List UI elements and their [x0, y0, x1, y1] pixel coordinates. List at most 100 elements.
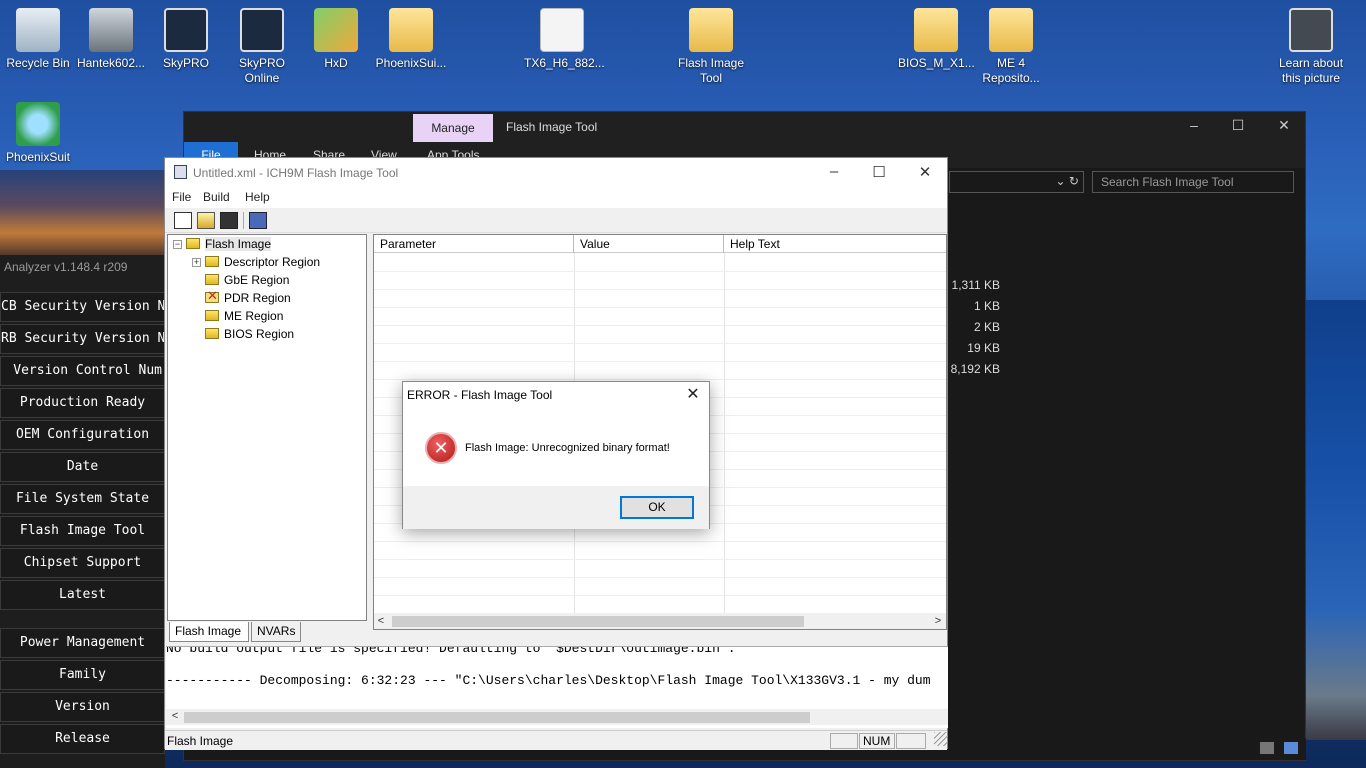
folder-icon	[205, 256, 219, 267]
grid-row	[374, 577, 946, 578]
explorer-search-input[interactable]: Search Flash Image Tool	[1092, 171, 1294, 193]
desktop-icon-phoenixsuit-folder[interactable]: PhoenixSui...	[373, 8, 449, 71]
analyzer-button-rb-security[interactable]: RB Security Version N	[0, 324, 165, 354]
grid-horizontal-scrollbar[interactable]: < >	[374, 613, 946, 629]
scrollbar-thumb[interactable]	[184, 712, 810, 723]
analyzer-title: Analyzer v1.148.4 r209	[4, 260, 128, 274]
column-help-text[interactable]: Help Text	[724, 235, 946, 253]
large-icons-view-icon[interactable]	[1284, 742, 1298, 754]
explorer-address-bar[interactable]: ⌄ ↻	[949, 171, 1084, 193]
desktop-icon-label: PhoenixSuit	[5, 150, 71, 164]
analyzer-button-version[interactable]: Version	[0, 692, 165, 722]
toolbar	[165, 209, 947, 233]
desktop-icon-bios[interactable]: BIOS_M_X1...	[898, 8, 975, 71]
desktop-icon-label: BIOS_M_X1...	[898, 56, 975, 70]
minimize-icon[interactable]: –	[822, 163, 846, 180]
desktop-icon-label: Hantek602...	[76, 56, 146, 70]
desktop-icon-tx6[interactable]: TX6_H6_882...	[524, 8, 605, 71]
expand-icon[interactable]: +	[192, 258, 201, 267]
scrollbar-thumb[interactable]	[392, 616, 804, 627]
folder-icon	[205, 328, 219, 339]
desktop-icon-label: Flash Image Tool	[677, 56, 745, 85]
details-view-icon[interactable]	[1260, 742, 1274, 754]
menu-help[interactable]: Help	[245, 190, 270, 204]
tree-item-bios-region[interactable]: BIOS Region	[205, 327, 294, 341]
grid-row	[374, 325, 946, 326]
folder-icon	[389, 8, 433, 52]
analyzer-button-power-management[interactable]: Power Management	[0, 628, 165, 658]
file-size: 2 KB	[973, 320, 1000, 334]
desktop-icon-skypro-online[interactable]: SkyPRO Online	[224, 8, 300, 86]
grid-row	[374, 541, 946, 542]
recycle-bin-icon	[16, 8, 60, 52]
maximize-icon[interactable]: ☐	[1228, 117, 1248, 134]
desktop-icon-flash-image-tool[interactable]: Flash Image Tool	[673, 8, 749, 86]
grid-row	[374, 343, 946, 344]
tree-label: BIOS Region	[224, 327, 295, 341]
oscilloscope-icon	[89, 8, 133, 52]
close-icon[interactable]: ✕	[1274, 117, 1294, 134]
tab-nvars[interactable]: NVARs	[251, 622, 301, 642]
refresh-icon[interactable]: ⌄ ↻	[1056, 174, 1079, 188]
camera-icon	[1289, 8, 1333, 52]
desktop-icon-me4-repository[interactable]: ME 4 Reposito...	[973, 8, 1049, 86]
analyzer-button-cb-security[interactable]: CB Security Version N	[0, 292, 165, 322]
minimize-icon[interactable]: –	[1184, 117, 1204, 133]
analyzer-button-chipset-support[interactable]: Chipset Support	[0, 548, 165, 578]
menu-build[interactable]: Build	[203, 190, 230, 204]
file-size: 19 KB	[967, 341, 1000, 355]
analyzer-button-latest[interactable]: Latest	[0, 580, 165, 610]
status-num: NUM	[859, 733, 895, 749]
ok-button[interactable]: OK	[620, 496, 694, 519]
new-file-icon[interactable]	[174, 212, 192, 229]
grid-row	[374, 271, 946, 272]
output-log: No build output file is specified! Defau…	[166, 646, 948, 728]
phoenix-suit-icon	[16, 102, 60, 146]
analyzer-button-date[interactable]: Date	[0, 452, 165, 482]
maximize-icon[interactable]: ☐	[867, 163, 891, 181]
build-icon[interactable]	[249, 212, 267, 229]
tree-item-flash-image[interactable]: − Flash Image	[173, 237, 272, 251]
log-horizontal-scrollbar[interactable]: <	[166, 709, 948, 725]
resize-grip[interactable]	[934, 732, 948, 746]
grid-row	[374, 595, 946, 596]
close-icon[interactable]: ✕	[913, 163, 937, 181]
log-line: No build output file is specified! Defau…	[166, 646, 736, 656]
desktop-icon-hxd[interactable]: HxD	[298, 8, 374, 71]
analyzer-button-file-system-state[interactable]: File System State	[0, 484, 165, 514]
scroll-left-icon[interactable]: <	[168, 709, 182, 725]
tree-label: Descriptor Region	[224, 255, 321, 269]
tree-item-pdr-region[interactable]: PDR Region	[205, 288, 291, 305]
close-icon[interactable]: ✕	[683, 384, 703, 404]
desktop-icon-hantek[interactable]: Hantek602...	[73, 8, 149, 71]
analyzer-button-release[interactable]: Release	[0, 724, 165, 754]
column-value[interactable]: Value	[574, 235, 724, 253]
grid-row	[374, 379, 946, 380]
scroll-left-icon[interactable]: <	[374, 613, 388, 629]
analyzer-button-version-control[interactable]: Version Control Num	[0, 356, 165, 386]
save-icon[interactable]	[220, 212, 238, 229]
desktop-icon-skypro[interactable]: SkyPRO	[148, 8, 224, 71]
analyzer-button-oem-configuration[interactable]: OEM Configuration	[0, 420, 165, 450]
tab-flash-image[interactable]: Flash Image	[169, 622, 249, 642]
grid-header: Parameter Value Help Text	[374, 235, 946, 253]
menu-file[interactable]: File	[172, 190, 191, 204]
status-pane	[896, 733, 926, 749]
programmer-online-icon	[240, 8, 284, 52]
desktop-icon-label: SkyPRO	[162, 56, 209, 70]
desktop-icon-learn-about-picture[interactable]: Learn about this picture	[1273, 8, 1349, 86]
analyzer-button-family[interactable]: Family	[0, 660, 165, 690]
scroll-right-icon[interactable]: >	[931, 613, 945, 629]
open-folder-icon[interactable]	[197, 212, 215, 229]
folder-icon	[205, 274, 219, 285]
tree-item-me-region[interactable]: ME Region	[205, 309, 283, 323]
desktop-icon-phoenixsuit[interactable]: PhoenixSuit	[0, 102, 76, 165]
collapse-icon[interactable]: −	[173, 240, 182, 249]
desktop-icon-recycle-bin[interactable]: Recycle Bin	[0, 8, 76, 71]
tree-item-descriptor-region[interactable]: + Descriptor Region	[192, 255, 320, 269]
analyzer-button-flash-image-tool[interactable]: Flash Image Tool	[0, 516, 165, 546]
column-parameter[interactable]: Parameter	[374, 235, 574, 253]
explorer-manage-tab[interactable]: Manage	[413, 114, 493, 142]
analyzer-button-production-ready[interactable]: Production Ready	[0, 388, 165, 418]
tree-item-gbe-region[interactable]: GbE Region	[205, 273, 289, 287]
